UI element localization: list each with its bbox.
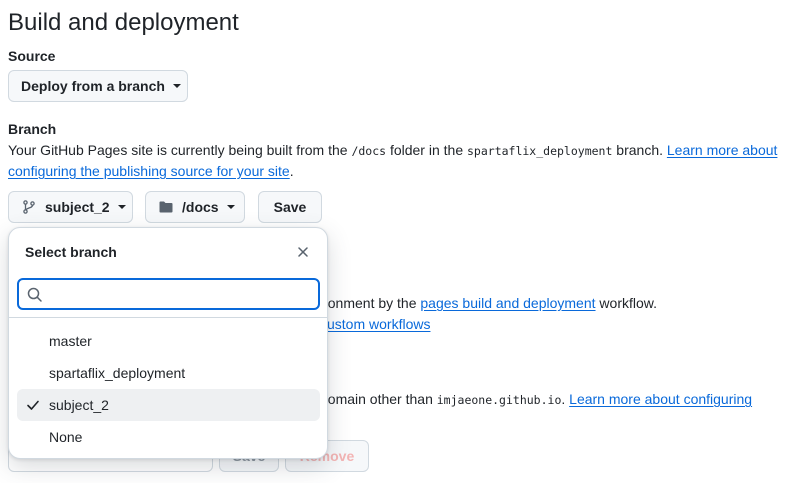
learn-more-link[interactable]: Learn more about (667, 142, 778, 158)
workflow-prefix: ironment by the (320, 295, 421, 311)
save-button[interactable]: Save (258, 191, 322, 223)
workflow-suffix: workflow. (595, 295, 657, 311)
branch-search-input[interactable] (51, 282, 311, 306)
branch-label: Branch (8, 121, 57, 137)
chevron-down-icon (117, 205, 126, 209)
workflow-text: ironment by the pages build and deployme… (320, 295, 657, 311)
domain-prefix: domain other than (320, 391, 437, 407)
configuring-link[interactable]: Learn more about configuring (569, 391, 752, 407)
branch-desc-prefix: Your GitHub Pages site is currently bein… (8, 142, 352, 158)
domain-text: domain other than imjaeone.github.io. Le… (320, 391, 752, 407)
folder-icon (158, 199, 182, 215)
branch-search-field[interactable] (17, 278, 320, 310)
close-icon (298, 247, 308, 257)
branch-option-label: subject_2 (49, 397, 109, 413)
branch-select-button[interactable]: subject_2 (8, 191, 133, 223)
custom-workflows-text: custom workflows (320, 316, 430, 332)
branch-option-subject-2[interactable]: subject_2 (17, 389, 320, 421)
close-button[interactable] (293, 242, 313, 262)
source-select-button[interactable]: Deploy from a branch (8, 70, 188, 102)
branch-option-master[interactable]: master (17, 325, 320, 357)
branch-select-value: subject_2 (45, 199, 110, 215)
publishing-source-link[interactable]: configuring the publishing source for yo… (8, 163, 290, 179)
branch-option-none[interactable]: None (17, 421, 320, 453)
save-button-label: Save (273, 199, 307, 215)
menu-title: Select branch (25, 244, 117, 260)
folder-select-value: /docs (182, 199, 219, 215)
branch-desc-suffix: branch. (612, 142, 667, 158)
domain-period: . (561, 391, 570, 407)
source-select-value: Deploy from a branch (21, 78, 165, 94)
branch-desc-period: . (289, 163, 294, 179)
branch-option-label: master (49, 333, 92, 349)
page-title: Build and deployment (8, 9, 239, 36)
branch-option-label: spartaflix_deployment (49, 365, 186, 381)
pages-build-link[interactable]: pages build and deployment (420, 295, 595, 311)
branch-description-line2: configuring the publishing source for yo… (8, 161, 294, 182)
custom-workflows-link[interactable]: custom workflows (320, 316, 430, 332)
branch-option-label: None (49, 429, 83, 445)
branch-description: Your GitHub Pages site is currently bein… (8, 140, 777, 162)
menu-divider (9, 317, 327, 318)
check-icon (27, 400, 39, 410)
select-branch-menu: Select branch master spartaflix_deployme… (8, 227, 328, 459)
source-label: Source (8, 48, 56, 64)
branch-option-spartaflix-deployment[interactable]: spartaflix_deployment (17, 357, 320, 389)
chevron-down-icon (172, 84, 181, 88)
folder-select-button[interactable]: /docs (145, 191, 245, 223)
search-icon (27, 287, 42, 302)
folder-code: /docs (351, 144, 387, 158)
branch-desc-middle: folder in the (386, 142, 467, 158)
branch-code: spartaflix_deployment (467, 144, 613, 158)
domain-code: imjaeone.github.io (436, 393, 562, 407)
git-branch-icon (21, 199, 45, 215)
chevron-down-icon (226, 205, 235, 209)
